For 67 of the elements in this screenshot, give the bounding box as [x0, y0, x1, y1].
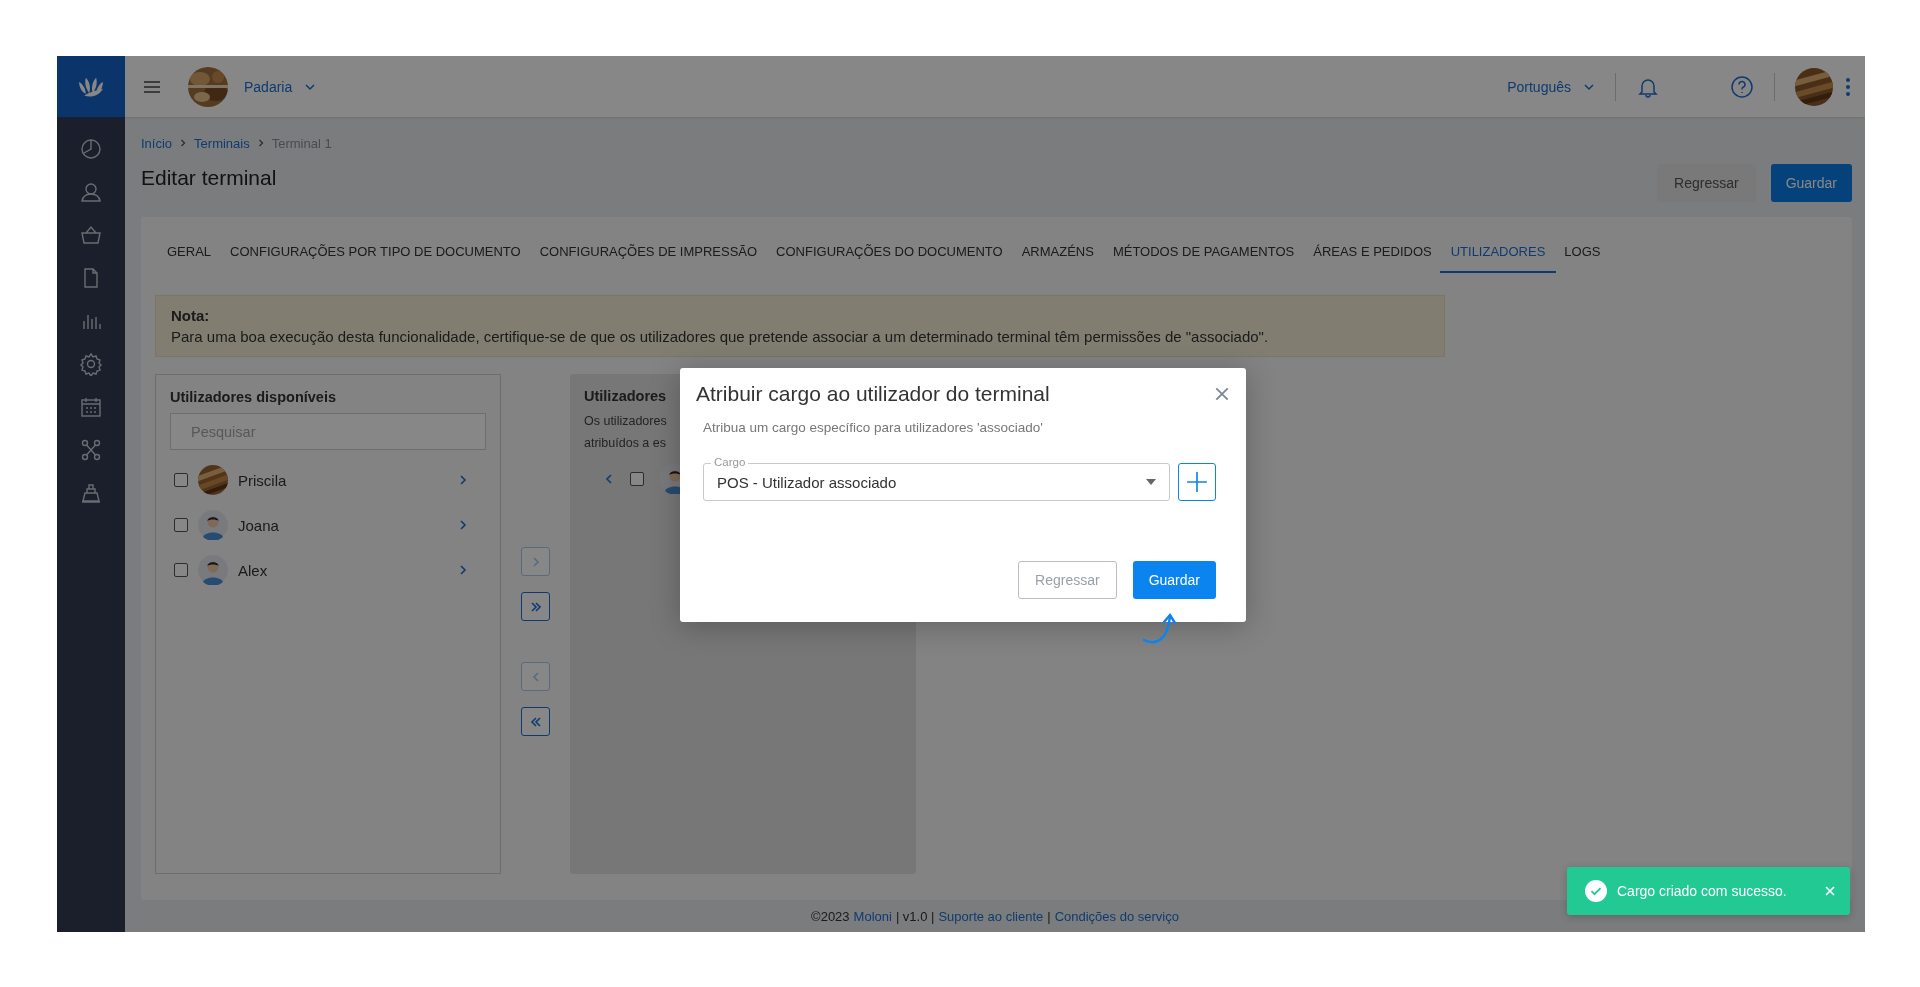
- add-button[interactable]: [1178, 463, 1216, 501]
- back-button[interactable]: Regressar: [1018, 561, 1117, 599]
- double-chevron-icon: [528, 714, 543, 729]
- tab[interactable]: ÁREAS E PEDIDOS: [1313, 244, 1432, 273]
- chevron-right-icon: [257, 139, 264, 147]
- dialog-description: Atribua um cargo específico para utilizadores 'associado': [703, 420, 1044, 435]
- move-right-button[interactable]: [521, 592, 550, 621]
- close-icon[interactable]: [1214, 386, 1230, 402]
- cash-register-icon[interactable]: [79, 481, 103, 505]
- breadcrumb-item[interactable]: Início: [141, 135, 173, 151]
- footer-text: | v1.0 |: [895, 908, 935, 924]
- nodes-icon[interactable]: [79, 438, 103, 462]
- chevron-right-icon[interactable]: [458, 519, 468, 531]
- user-name: Joana: [238, 516, 280, 534]
- footer-text: |: [1047, 908, 1051, 924]
- help-icon[interactable]: [1730, 74, 1754, 99]
- caret-icon: [1146, 479, 1156, 485]
- plus-icon: [1186, 471, 1208, 493]
- tab[interactable]: ARMAZÉNS: [1021, 244, 1094, 273]
- panel-title: Utilizadores: [584, 388, 667, 404]
- back-button[interactable]: Regressar: [1657, 164, 1756, 202]
- chevron-right-icon[interactable]: [458, 474, 468, 486]
- breadcrumb-item[interactable]: Terminais: [194, 135, 250, 151]
- tab[interactable]: CONFIGURAÇÕES POR TIPO DE DOCUMENTO: [230, 244, 521, 273]
- panel-title: Utilizadores disponíveis: [170, 389, 336, 405]
- chevron-left-icon[interactable]: [604, 473, 614, 485]
- tab[interactable]: GERAL: [167, 244, 212, 273]
- chevron-right-icon: [180, 139, 187, 147]
- tab[interactable]: CONFIGURAÇÕES DO DOCUMENTO: [776, 244, 1003, 273]
- footer-link[interactable]: Suporte ao cliente: [938, 908, 1044, 924]
- tab[interactable]: CONFIGURAÇÕES DE IMPRESSÃO: [539, 244, 758, 273]
- checkbox[interactable]: [174, 518, 188, 532]
- note-title: Nota:: [171, 307, 211, 324]
- language-selector[interactable]: Português: [1507, 78, 1571, 95]
- user-name: Priscila: [238, 471, 288, 489]
- double-chevron-icon: [528, 599, 543, 614]
- panel-description: Os utilizadores: [584, 413, 667, 430]
- move-left-button[interactable]: [521, 707, 550, 736]
- chevron-right-icon[interactable]: [458, 564, 468, 576]
- tab[interactable]: MÉTODOS DE PAGAMENTOS: [1112, 244, 1295, 273]
- checkbox[interactable]: [630, 472, 644, 486]
- panel-description: atribuídos a es: [584, 435, 666, 452]
- tab[interactable]: UTILIZADORES: [1439, 244, 1557, 273]
- person-avatar-icon: [198, 555, 228, 585]
- checkbox[interactable]: [174, 473, 188, 487]
- save-button[interactable]: Guardar: [1132, 561, 1216, 599]
- user-icon[interactable]: [79, 180, 103, 204]
- dialog-title: Atribuir cargo ao utilizador do terminal: [696, 382, 1050, 406]
- company-selector[interactable]: Padaria: [244, 78, 293, 95]
- settings-icon[interactable]: [79, 352, 103, 376]
- user-name: Alex: [238, 561, 269, 579]
- save-button[interactable]: Guardar: [1770, 164, 1852, 202]
- calendar-icon[interactable]: [79, 395, 103, 419]
- person-avatar-icon: [198, 510, 228, 540]
- more-icon[interactable]: [1845, 76, 1851, 97]
- note-text: Para uma boa execução desta funcionalidade, certifique-se de que os utilizadores que pretende associar a um determinado terminal têm permissões de "associado".: [171, 328, 1270, 345]
- check-circle-icon: [1585, 880, 1607, 902]
- toast-message: Cargo criado com sucesso.: [1617, 883, 1788, 899]
- role-select[interactable]: Cargo POS - Utilizador associado: [703, 455, 1170, 501]
- footer-link[interactable]: Moloni: [853, 908, 892, 924]
- pie-chart-icon[interactable]: [79, 137, 103, 161]
- footer-text: ©2023: [811, 908, 850, 924]
- checkbox[interactable]: [174, 563, 188, 577]
- page-title: Editar terminal: [141, 166, 277, 190]
- footer-link[interactable]: Condições do serviço: [1054, 908, 1179, 924]
- tab[interactable]: LOGS: [1564, 244, 1601, 273]
- logo[interactable]: [57, 56, 125, 117]
